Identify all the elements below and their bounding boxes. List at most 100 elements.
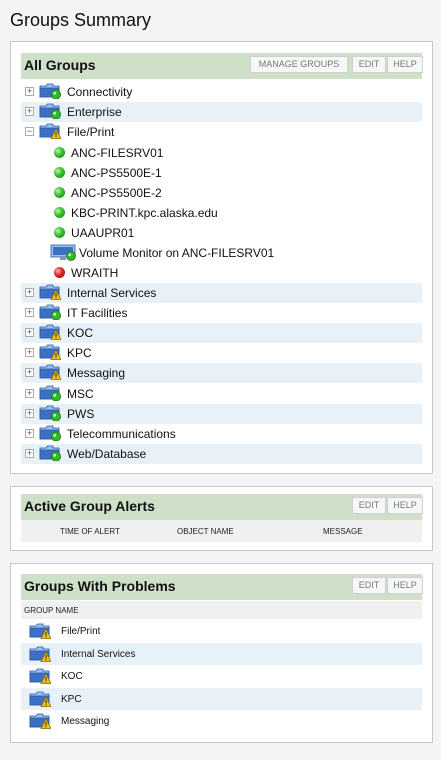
group-label[interactable]: Messaging [67,366,125,380]
folder-up-icon [39,385,61,402]
group-label[interactable]: Web/Database [67,447,146,461]
member-label[interactable]: ANC-PS5500E-2 [71,186,162,200]
problem-row-kpc[interactable]: KPC [21,687,422,710]
column-time-of-alert[interactable]: TIME OF ALERT [60,527,120,536]
group-label[interactable]: Telecommunications [67,427,176,441]
manage-groups-button[interactable]: MANAGE GROUPS [250,56,348,73]
group-row-msc[interactable]: + MSC [21,384,422,404]
help-button[interactable]: HELP [387,577,423,594]
problem-row-messaging[interactable]: Messaging [21,710,422,732]
red-dot-icon [54,266,65,278]
problem-group-label[interactable]: KPC [61,694,82,705]
folder-up-icon [39,405,61,422]
group-label[interactable]: IT Facilities [67,306,127,320]
help-button[interactable]: HELP [387,497,423,514]
active-alerts-title: Active Group Alerts [24,498,155,514]
problem-group-label[interactable]: File/Print [61,626,100,637]
folder-warning-icon [29,646,52,662]
group-row-it-facilities[interactable]: + IT Facilities [21,303,422,323]
folder-up-icon [39,425,61,442]
member-row-anc-ps5500e-2[interactable]: ANC-PS5500E-2 [21,183,422,203]
green-dot-icon [54,166,65,178]
column-object-name[interactable]: OBJECT NAME [177,527,234,536]
green-dot-icon [54,226,65,238]
column-group-name[interactable]: GROUP NAME [24,606,79,615]
member-label[interactable]: WRAITH [71,266,118,280]
problem-group-label[interactable]: Internal Services [61,649,135,660]
expand-toggle[interactable]: + [25,107,34,117]
problem-group-label[interactable]: Messaging [61,716,109,727]
folder-warning-icon [29,691,52,707]
group-row-pws[interactable]: + PWS [21,403,422,424]
member-row-uaaupr01[interactable]: UAAUPR01 [21,223,422,243]
group-row-enterprise[interactable]: + Enterprise [21,102,422,123]
expand-toggle[interactable]: + [25,388,34,398]
expand-toggle[interactable]: + [25,328,34,337]
folder-up-icon [39,83,61,100]
member-row-anc-ps5500e-1[interactable]: ANC-PS5500E-1 [21,163,422,183]
member-row-volume-monitor-on-anc-filesrv01[interactable]: Volume Monitor on ANC-FILESRV01 [21,243,422,263]
collapse-toggle[interactable]: − [25,127,34,137]
folder-warning-icon [29,623,52,639]
alerts-column-header: TIME OF ALERT OBJECT NAME MESSAGE [21,520,422,542]
folder-up-icon [39,445,61,462]
folder-up-icon [39,304,61,321]
member-label[interactable]: ANC-FILESRV01 [71,146,163,160]
member-label[interactable]: UAAUPR01 [71,226,134,240]
group-label[interactable]: Internal Services [67,286,156,300]
folder-warning-icon [39,284,62,300]
member-row-kbc-print-kpc-alaska-edu[interactable]: KBC-PRINT.kpc.alaska.edu [21,203,422,223]
edit-button[interactable]: EDIT [352,56,386,73]
problems-column-header: GROUP NAME [21,601,422,619]
problem-row-internal-services[interactable]: Internal Services [21,642,422,665]
expand-toggle[interactable]: + [25,429,34,438]
problem-row-koc[interactable]: KOC [21,665,422,687]
all-groups-title: All Groups [24,57,96,73]
expand-toggle[interactable]: + [25,307,34,317]
member-label[interactable]: KBC-PRINT.kpc.alaska.edu [71,206,218,220]
folder-up-icon [39,103,61,120]
group-row-telecommunications[interactable]: + Telecommunications [21,424,422,444]
expand-toggle[interactable]: + [25,449,34,459]
group-row-connectivity[interactable]: + Connectivity [21,82,422,102]
member-row-anc-filesrv01[interactable]: ANC-FILESRV01 [21,143,422,163]
folder-warning-icon [29,668,52,684]
group-label[interactable]: MSC [67,387,94,401]
group-row-koc[interactable]: + KOC [21,323,422,343]
group-row-kpc[interactable]: + KPC [21,343,422,363]
expand-toggle[interactable]: + [25,287,34,297]
group-row-messaging[interactable]: + Messaging [21,363,422,384]
edit-button[interactable]: EDIT [352,577,386,594]
member-row-wraith[interactable]: WRAITH [21,263,422,283]
groups-with-problems-panel: Groups With Problems EDIT HELP GROUP NAM… [10,563,433,743]
help-button[interactable]: HELP [387,56,423,73]
problem-group-label[interactable]: KOC [61,671,83,682]
expand-toggle[interactable]: + [25,348,34,358]
group-row-internal-services[interactable]: + Internal Services [21,282,422,303]
group-label[interactable]: PWS [67,407,94,421]
all-groups-header: All Groups MANAGE GROUPS EDIT HELP [21,53,423,79]
active-alerts-panel: Active Group Alerts EDIT HELP TIME OF AL… [10,486,433,551]
expand-toggle[interactable]: + [25,368,34,378]
folder-warning-icon [39,324,62,340]
expand-toggle[interactable]: + [25,87,34,96]
group-label[interactable]: KOC [67,326,93,340]
problem-row-file-print[interactable]: File/Print [21,620,422,642]
folder-warning-icon [39,123,62,140]
problems-title: Groups With Problems [24,578,176,594]
group-label[interactable]: Connectivity [67,85,132,99]
member-label[interactable]: Volume Monitor on ANC-FILESRV01 [79,246,274,260]
all-groups-panel: All Groups MANAGE GROUPS EDIT HELP + Conn… [10,41,433,474]
green-dot-icon [54,206,65,218]
member-label[interactable]: ANC-PS5500E-1 [71,166,162,180]
column-message[interactable]: MESSAGE [323,527,363,536]
expand-toggle[interactable]: + [25,408,34,418]
group-row-web-database[interactable]: + Web/Database [21,444,422,465]
edit-button[interactable]: EDIT [352,497,386,514]
problems-header: Groups With Problems EDIT HELP [21,574,423,600]
group-label[interactable]: KPC [67,346,92,360]
group-label[interactable]: Enterprise [67,105,122,119]
group-row-file-print[interactable]: − File/Print [21,122,422,142]
group-label[interactable]: File/Print [67,125,114,139]
folder-warning-icon [39,364,62,381]
